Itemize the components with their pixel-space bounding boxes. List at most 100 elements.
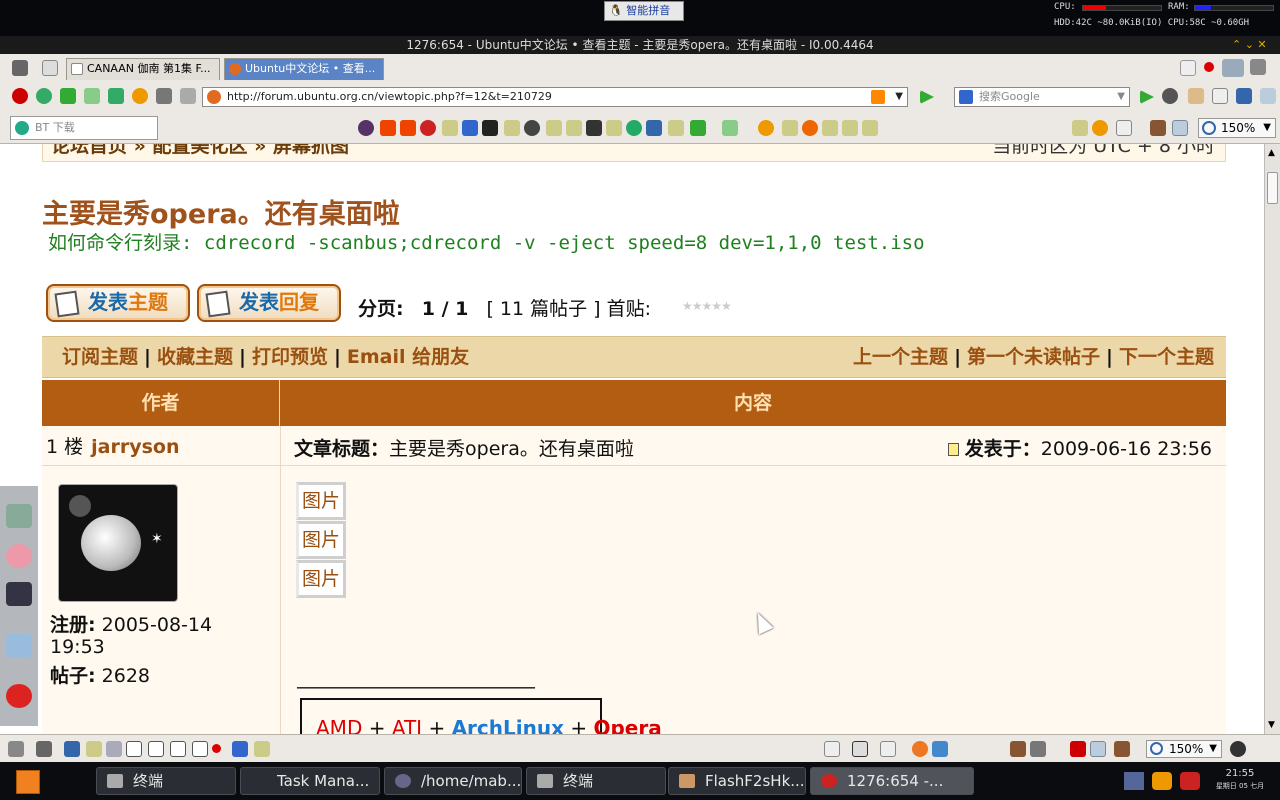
edit-icon[interactable] xyxy=(180,88,196,104)
bookmark-icon[interactable] xyxy=(442,120,458,136)
firefox-icon[interactable] xyxy=(912,741,928,757)
fit-icon[interactable] xyxy=(1172,120,1188,136)
author-link[interactable]: jarryson xyxy=(91,436,179,458)
home-icon[interactable] xyxy=(156,88,172,104)
lock-icon[interactable] xyxy=(64,741,80,757)
page-icon[interactable] xyxy=(880,741,896,757)
status-zoom-select[interactable]: 150% ▼ xyxy=(1146,740,1222,758)
devil-icon[interactable] xyxy=(420,120,436,136)
rewind-icon[interactable] xyxy=(36,88,52,104)
task-opera[interactable]: 1276:654 -... xyxy=(810,767,974,795)
task-terminal-1[interactable]: 终端 xyxy=(96,767,236,795)
trash-icon[interactable] xyxy=(1180,60,1196,76)
chevron-down-icon[interactable]: ▼ xyxy=(1117,88,1125,106)
close-icon[interactable] xyxy=(1260,88,1276,104)
task-file-manager[interactable]: /home/mab... xyxy=(384,767,522,795)
magnifier-icon[interactable] xyxy=(1162,88,1178,104)
window-controls[interactable]: ⌃ ⌄ ✕ xyxy=(1232,36,1267,54)
scroll-thumb[interactable] xyxy=(1267,172,1278,204)
go-icon[interactable] xyxy=(920,90,934,104)
checkbox-icon[interactable] xyxy=(126,741,142,757)
fast-forward-icon[interactable] xyxy=(108,88,124,104)
addon-icon[interactable] xyxy=(646,120,662,136)
menu-icon[interactable] xyxy=(12,60,28,76)
bookmark-icon[interactable] xyxy=(546,120,562,136)
email-link[interactable]: Email 给朋友 xyxy=(347,346,469,368)
first-unread-link[interactable]: 第一个未读帖子 xyxy=(967,346,1100,368)
forward-icon[interactable] xyxy=(722,120,738,136)
close-icon[interactable] xyxy=(1070,741,1086,757)
notes-icon[interactable] xyxy=(42,60,58,76)
terminal-icon[interactable] xyxy=(6,582,32,606)
favorite-link[interactable]: 收藏主题 xyxy=(157,346,233,368)
bookmark-icon[interactable] xyxy=(1072,120,1088,136)
scroll-up-icon[interactable]: ▲ xyxy=(1268,148,1275,158)
dock-app-icon[interactable] xyxy=(6,634,32,658)
tool-icon[interactable] xyxy=(232,741,248,757)
prev-topic-link[interactable]: 上一个主题 xyxy=(853,346,948,368)
image-placeholder[interactable]: 图片 xyxy=(296,560,346,598)
task-flash[interactable]: FlashF2sHk... xyxy=(668,767,806,795)
bookmark-icon[interactable] xyxy=(504,120,520,136)
chevron-down-icon[interactable]: ▼ xyxy=(895,88,903,106)
tool-icon[interactable] xyxy=(1010,741,1026,757)
chat-icon[interactable] xyxy=(1092,120,1108,136)
addon-icon[interactable] xyxy=(586,120,602,136)
print-link[interactable]: 打印预览 xyxy=(252,346,328,368)
addon-icon[interactable] xyxy=(626,120,642,136)
bookmark-icon[interactable] xyxy=(606,120,622,136)
breadcrumb[interactable]: 论坛首页 » 配置美化区 » 屏幕抓图 xyxy=(51,144,349,158)
tool-icon[interactable] xyxy=(932,741,948,757)
qq-icon[interactable] xyxy=(1152,772,1172,790)
dock-app-icon[interactable] xyxy=(6,504,32,528)
zoom-select[interactable]: 150% ▼ xyxy=(1198,118,1276,138)
checkbox-icon[interactable] xyxy=(192,741,208,757)
checkbox-icon[interactable] xyxy=(170,741,186,757)
vertical-scrollbar[interactable]: ▲ ▼ xyxy=(1264,144,1280,734)
back-icon[interactable] xyxy=(60,88,76,104)
back-icon[interactable] xyxy=(690,120,706,136)
address-bar[interactable]: http://forum.ubuntu.org.cn/viewtopic.php… xyxy=(202,87,908,107)
home-icon[interactable] xyxy=(1030,741,1046,757)
task-terminal-2[interactable]: 终端 xyxy=(526,767,666,795)
image-placeholder[interactable]: 图片 xyxy=(296,482,346,520)
reload-icon[interactable] xyxy=(758,120,774,136)
tool-icon[interactable] xyxy=(8,741,24,757)
tray-icon[interactable] xyxy=(1124,772,1144,790)
checkbox-icon[interactable] xyxy=(148,741,164,757)
bookmark-icon[interactable] xyxy=(842,120,858,136)
reply-button[interactable]: 发表回复 xyxy=(197,284,341,322)
chevron-down-icon[interactable]: ▼ xyxy=(1209,741,1217,757)
trash-can-icon[interactable] xyxy=(1250,59,1266,75)
window-titlebar[interactable]: 1276:654 - Ubuntu中文论坛 • 查看主题 - 主要是秀opera… xyxy=(0,36,1280,54)
image-icon[interactable] xyxy=(1150,120,1166,136)
search-input[interactable]: 搜索Google ▼ xyxy=(954,87,1130,107)
tab-canaan[interactable]: CANAAN 伽南 第1集 F... xyxy=(66,58,220,80)
page-icon[interactable] xyxy=(1116,120,1132,136)
note-icon[interactable] xyxy=(86,741,102,757)
binoculars-icon[interactable] xyxy=(1222,59,1244,77)
addon-icon[interactable] xyxy=(802,120,818,136)
addon-icon[interactable] xyxy=(358,120,374,136)
dock-app-icon[interactable] xyxy=(6,544,32,568)
dict-icon[interactable] xyxy=(482,120,498,136)
opera-tray-icon[interactable] xyxy=(1180,772,1200,790)
square-icon[interactable] xyxy=(852,741,868,757)
tab-ubuntu-forum[interactable]: Ubuntu中文论坛 • 查看... xyxy=(224,58,384,80)
speed-dial-icon[interactable] xyxy=(1230,741,1246,757)
reload-icon[interactable] xyxy=(132,88,148,104)
clock[interactable]: 21:55 星期日 05 七月 xyxy=(1208,768,1272,792)
image-placeholder[interactable]: 图片 xyxy=(296,521,346,559)
rating-stars[interactable]: ★★★★★ xyxy=(682,299,732,313)
forward-icon[interactable] xyxy=(84,88,100,104)
search-go-icon[interactable] xyxy=(1140,90,1154,104)
record-icon[interactable] xyxy=(212,744,221,753)
scroll-down-icon[interactable]: ▼ xyxy=(1268,720,1275,730)
bookmark-icon[interactable] xyxy=(668,120,684,136)
bookmark-icon[interactable] xyxy=(254,741,270,757)
page-icon[interactable] xyxy=(824,741,840,757)
ime-indicator[interactable]: 🐧 智能拼音 xyxy=(604,1,684,21)
rss-icon[interactable] xyxy=(871,90,885,104)
topic-title[interactable]: 主要是秀opera。还有桌面啦 xyxy=(42,192,400,231)
tool-icon[interactable] xyxy=(36,741,52,757)
